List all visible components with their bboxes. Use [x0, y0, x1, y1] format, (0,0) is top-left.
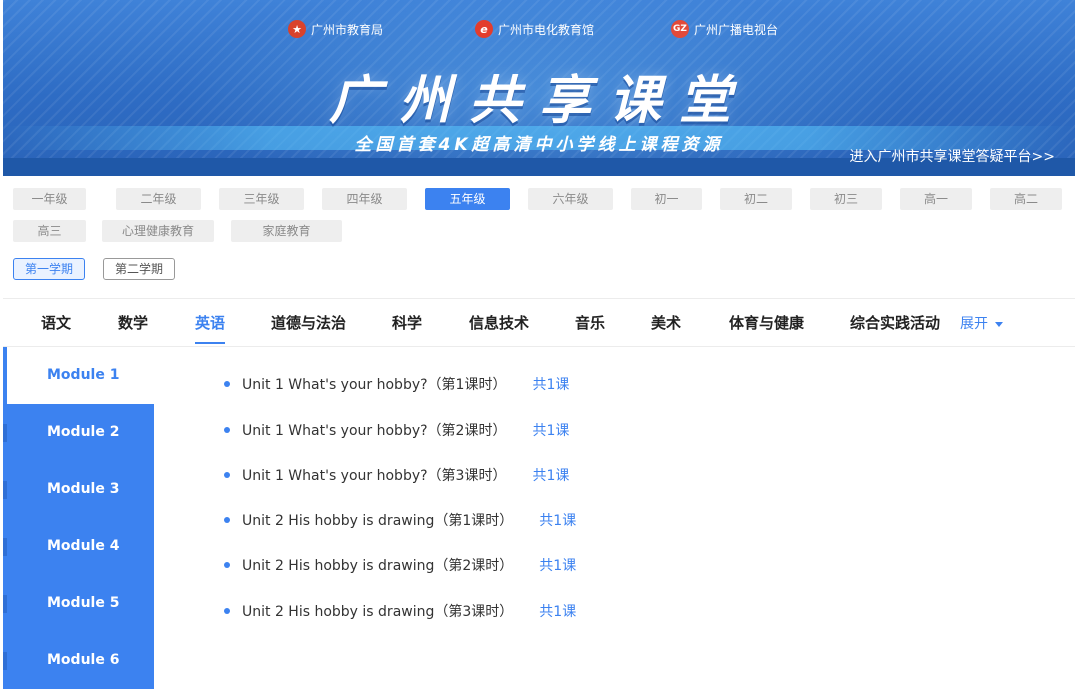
sidebar-module-4[interactable]: Module 4 — [3, 518, 154, 575]
grade-3[interactable]: 三年级 — [219, 188, 304, 210]
expand-label: 展开 — [960, 316, 988, 332]
logo-label: 广州广播电视台 — [694, 22, 779, 37]
sidebar-module-5[interactable]: Module 5 — [3, 575, 154, 632]
logo-audio-visual-center: e 广州市电化教育馆 — [475, 20, 594, 38]
grade-6[interactable]: 六年级 — [528, 188, 613, 210]
grade-senior-1[interactable]: 高一 — [900, 188, 972, 210]
lesson-item[interactable]: Unit 2 His hobby is drawing（第2课时） 共1课 — [224, 555, 576, 575]
bullet-icon — [224, 472, 230, 478]
bullet-icon — [224, 608, 230, 614]
bullet-icon — [224, 517, 230, 523]
grade-junior-1[interactable]: 初一 — [631, 188, 702, 210]
expand-subjects-button[interactable]: 展开 — [960, 313, 1003, 333]
header-banner: ★ 广州市教育局 e 广州市电化教育馆 GZ 广州广播电视台 广州共享课堂 全国… — [3, 0, 1075, 176]
lesson-title[interactable]: Unit 1 What's your hobby?（第2课时） — [242, 420, 506, 440]
grade-senior-2[interactable]: 高二 — [990, 188, 1062, 210]
partner-logos: ★ 广州市教育局 e 广州市电化教育馆 GZ 广州广播电视台 — [3, 20, 1075, 42]
tab-morality-law[interactable]: 道德与法治 — [271, 312, 346, 333]
logo-label: 广州市教育局 — [311, 22, 384, 37]
grade-senior-3[interactable]: 高三 — [13, 220, 86, 242]
lesson-title[interactable]: Unit 1 What's your hobby?（第3课时） — [242, 465, 506, 485]
grade-4[interactable]: 四年级 — [322, 188, 407, 210]
lesson-count-link[interactable]: 共1课 — [539, 555, 576, 575]
bullet-icon — [224, 562, 230, 568]
caret-down-icon — [995, 321, 1003, 327]
lesson-title[interactable]: Unit 2 His hobby is drawing（第3课时） — [242, 601, 513, 621]
sidebar-module-3[interactable]: Module 3 — [3, 461, 154, 518]
semester-2-tab[interactable]: 第二学期 — [103, 258, 175, 280]
qa-platform-link[interactable]: 进入广州市共享课堂答疑平台>> — [850, 146, 1055, 166]
tab-pe-health[interactable]: 体育与健康 — [729, 312, 804, 333]
semester-1-tab[interactable]: 第一学期 — [13, 258, 85, 280]
lesson-title[interactable]: Unit 2 His hobby is drawing（第1课时） — [242, 510, 513, 530]
lesson-count-link[interactable]: 共1课 — [532, 374, 569, 394]
lesson-title[interactable]: Unit 1 What's your hobby?（第1课时） — [242, 374, 506, 394]
tab-math[interactable]: 数学 — [118, 312, 148, 333]
tab-practice-activities[interactable]: 综合实践活动 — [850, 312, 940, 333]
lesson-count-link[interactable]: 共1课 — [539, 510, 576, 530]
grade-mental-health[interactable]: 心理健康教育 — [102, 220, 214, 242]
tab-science[interactable]: 科学 — [392, 312, 422, 333]
sidebar-module-1[interactable]: Module 1 — [3, 347, 154, 404]
sidebar-module-6[interactable]: Module 6 — [3, 632, 154, 689]
lesson-count-link[interactable]: 共1课 — [532, 465, 569, 485]
gz-broadcast-logo-icon: GZ — [671, 20, 689, 38]
tab-english[interactable]: 英语 — [195, 312, 226, 344]
grade-family-education[interactable]: 家庭教育 — [231, 220, 342, 242]
e-logo-icon: e — [475, 20, 493, 38]
lesson-item[interactable]: Unit 1 What's your hobby?（第1课时） 共1课 — [224, 374, 569, 394]
education-bureau-emblem-icon: ★ — [288, 20, 306, 38]
grade-2[interactable]: 二年级 — [116, 188, 201, 210]
grade-5[interactable]: 五年级 — [425, 188, 510, 210]
divider — [3, 298, 1075, 299]
lesson-item[interactable]: Unit 2 His hobby is drawing（第1课时） 共1课 — [224, 510, 576, 530]
divider — [3, 346, 1075, 347]
lesson-item[interactable]: Unit 1 What's your hobby?（第2课时） 共1课 — [224, 420, 569, 440]
tab-music[interactable]: 音乐 — [575, 312, 605, 333]
grade-junior-3[interactable]: 初三 — [810, 188, 882, 210]
bullet-icon — [224, 381, 230, 387]
bullet-icon — [224, 427, 230, 433]
sidebar-module-2[interactable]: Module 2 — [3, 404, 154, 461]
grade-1[interactable]: 一年级 — [13, 188, 86, 210]
logo-education-bureau: ★ 广州市教育局 — [288, 20, 383, 38]
tab-it[interactable]: 信息技术 — [469, 312, 529, 333]
lesson-item[interactable]: Unit 1 What's your hobby?（第3课时） 共1课 — [224, 465, 569, 485]
lesson-count-link[interactable]: 共1课 — [532, 420, 569, 440]
lesson-title[interactable]: Unit 2 His hobby is drawing（第2课时） — [242, 555, 513, 575]
lesson-count-link[interactable]: 共1课 — [539, 601, 576, 621]
tab-chinese[interactable]: 语文 — [41, 312, 71, 333]
tab-art[interactable]: 美术 — [651, 312, 681, 333]
site-title: 广州共享课堂 — [328, 71, 749, 131]
logo-label: 广州市电化教育馆 — [498, 22, 595, 37]
grade-junior-2[interactable]: 初二 — [720, 188, 792, 210]
lesson-item[interactable]: Unit 2 His hobby is drawing（第3课时） 共1课 — [224, 601, 576, 621]
logo-broadcast-station: GZ 广州广播电视台 — [671, 20, 778, 38]
